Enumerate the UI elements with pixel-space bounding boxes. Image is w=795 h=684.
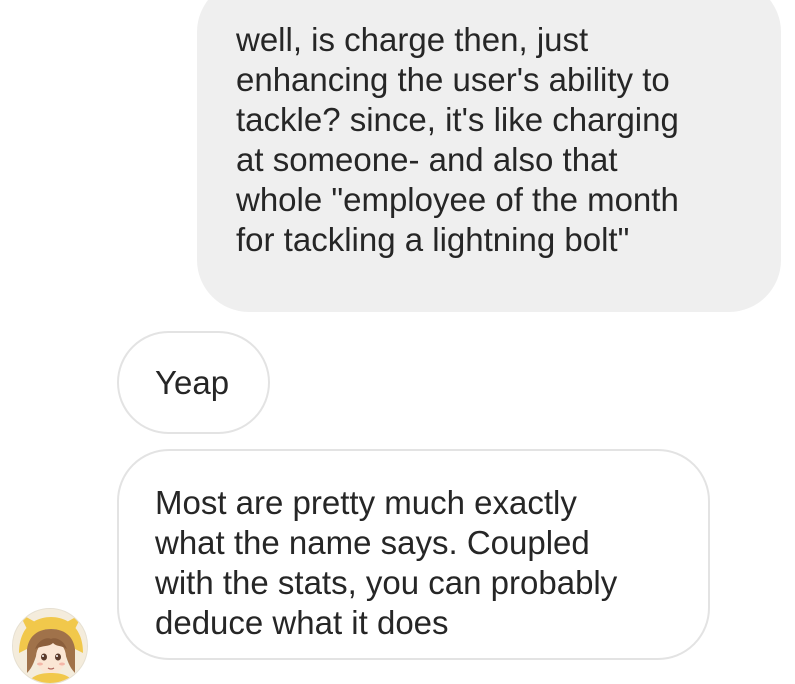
anime-avatar-icon <box>13 609 87 683</box>
contact-avatar[interactable] <box>12 608 88 684</box>
received-message-bubble[interactable]: Yeap <box>117 331 270 434</box>
received-message-bubble[interactable]: Most are pretty much exactly what the na… <box>117 449 710 660</box>
sent-message-bubble[interactable]: well, is charge then, just enhancing the… <box>197 0 781 312</box>
